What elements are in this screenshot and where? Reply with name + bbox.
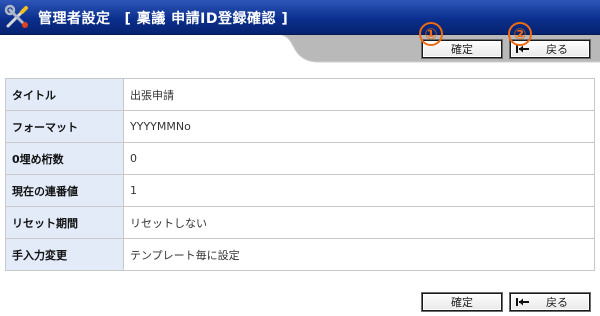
table-row: タイトル 出張申請	[5, 78, 595, 111]
back-arrow-icon	[516, 298, 529, 306]
page-title: 管理者設定 [ 稟議 申請ID登録確認 ]	[38, 8, 288, 28]
table-row: 0埋め桁数 0	[5, 142, 595, 175]
app-title-text: 管理者設定	[38, 11, 111, 27]
table-row: 現在の連番値 1	[5, 174, 595, 207]
field-label: 手入力変更	[5, 238, 124, 271]
field-label: 0埋め桁数	[5, 142, 124, 175]
back-button-bottom[interactable]: 戻る	[509, 292, 591, 312]
table-row: フォーマット YYYYMMNo	[5, 110, 595, 143]
field-label: タイトル	[5, 78, 124, 111]
marker-2: ②	[508, 22, 532, 46]
tools-icon	[4, 4, 28, 28]
back-button-label: 戻る	[546, 43, 568, 56]
field-label: リセット期間	[5, 206, 124, 239]
marker-1: ①	[419, 22, 443, 46]
registration-details-table: タイトル 出張申請 フォーマット YYYYMMNo 0埋め桁数 0 現在の連番値 1 リセット期…	[5, 78, 595, 271]
table-row: リセット期間 リセットしない	[5, 206, 595, 239]
field-value: 1	[123, 174, 595, 207]
back-button-label: 戻る	[546, 296, 568, 309]
confirm-button-label: 確定	[451, 296, 473, 309]
confirm-button-bottom[interactable]: 確定	[421, 292, 503, 312]
confirm-button-label: 確定	[451, 43, 473, 56]
field-label: フォーマット	[5, 110, 124, 143]
screen-subtitle: [ 稟議 申請ID登録確認 ]	[124, 11, 289, 27]
field-value: YYYYMMNo	[123, 110, 595, 143]
field-value: リセットしない	[123, 206, 595, 239]
field-value: 0	[123, 142, 595, 175]
field-label: 現在の連番値	[5, 174, 124, 207]
table-row: 手入力変更 テンプレート毎に設定	[5, 238, 595, 271]
field-value: テンプレート毎に設定	[123, 238, 595, 271]
field-value: 出張申請	[123, 78, 595, 111]
